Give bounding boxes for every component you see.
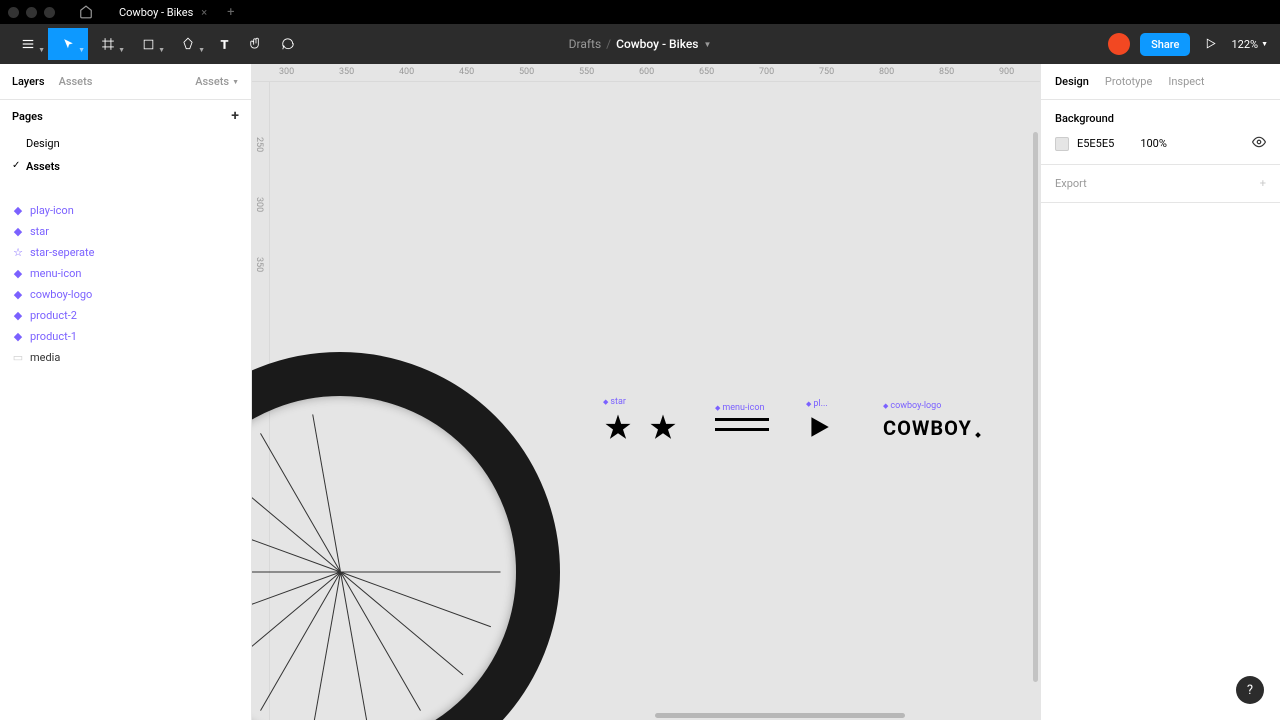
tab-design[interactable]: Design — [1055, 75, 1089, 88]
chevron-down-icon: ▼ — [703, 40, 711, 49]
canvas-star-separate[interactable] — [648, 412, 678, 446]
titlebar: Cowboy - Bikes × + — [0, 0, 1280, 24]
component-label: ◆menu-icon — [715, 403, 764, 413]
right-panel-tabs: Design Prototype Inspect — [1041, 64, 1280, 100]
component-label: ◆pl... — [806, 399, 828, 409]
canvas[interactable]: ◆star ◆menu-icon ◆pl... ◆cowboy-logo COW… — [270, 82, 1040, 720]
cowboy-logo-text: COWBOY — [883, 416, 972, 440]
ruler-horizontal: 300 350 400 450 500 550 600 650 700 750 … — [252, 64, 1040, 82]
add-export-button[interactable]: + — [1260, 177, 1266, 190]
page-item-assets[interactable]: Assets — [0, 155, 251, 178]
component-label: ◆star — [603, 397, 626, 407]
comment-tool[interactable] — [272, 28, 304, 60]
component-icon: ◆ — [12, 289, 24, 301]
menu-icon — [715, 418, 769, 431]
layer-product-1[interactable]: ◆product-1 — [0, 326, 251, 347]
tab-inspect[interactable]: Inspect — [1168, 75, 1204, 88]
toolbar-tools: ▼ ▼ ▼ ▼ ▼ — [8, 28, 304, 60]
move-tool[interactable]: ▼ — [48, 28, 88, 60]
tab-assets-dropdown[interactable]: Assets ▼ — [195, 75, 239, 88]
present-button[interactable] — [1200, 35, 1221, 54]
breadcrumb[interactable]: Drafts / Cowboy - Bikes ▼ — [569, 37, 712, 51]
toolbar-right: Share 122% ▼ — [1108, 33, 1272, 56]
home-icon[interactable] — [79, 5, 93, 19]
tab-prototype[interactable]: Prototype — [1105, 75, 1152, 88]
minimize-window[interactable] — [26, 7, 37, 18]
canvas-cowboy-logo[interactable]: ◆cowboy-logo COWBOY — [883, 416, 972, 440]
page-item-design[interactable]: Design — [0, 132, 251, 155]
background-row[interactable]: E5E5E5 100% — [1055, 135, 1266, 152]
component-label: ◆cowboy-logo — [883, 401, 941, 411]
canvas-star-component[interactable]: ◆star — [603, 412, 633, 446]
frame-tool[interactable]: ▼ — [88, 28, 128, 60]
zoom-control[interactable]: 122% ▼ — [1231, 38, 1272, 51]
background-section: Background E5E5E5 100% — [1041, 100, 1280, 165]
component-icon: ◆ — [12, 205, 24, 217]
play-icon — [806, 414, 832, 440]
color-hex: E5E5E5 — [1077, 137, 1114, 150]
canvas-menu-component[interactable]: ◆menu-icon — [715, 418, 769, 431]
left-panel: Layers Assets Assets ▼ Pages + Design ✓ … — [0, 64, 252, 720]
frame-icon: ▭ — [12, 352, 24, 364]
star-icon — [603, 412, 633, 442]
scrollbar-vertical[interactable] — [1033, 132, 1038, 682]
new-tab-button[interactable]: + — [227, 5, 234, 20]
zoom-value: 122% — [1231, 38, 1258, 51]
close-tab-icon[interactable]: × — [201, 6, 207, 19]
avatar[interactable] — [1108, 33, 1130, 55]
tab-layers[interactable]: Layers — [12, 75, 45, 88]
pages-title: Pages — [12, 110, 43, 123]
breadcrumb-root: Drafts — [569, 37, 602, 51]
layer-star[interactable]: ◆star — [0, 221, 251, 242]
visibility-icon[interactable] — [1252, 135, 1266, 152]
component-icon: ◆ — [12, 310, 24, 322]
text-tool[interactable] — [208, 28, 240, 60]
component-icon: ◆ — [12, 268, 24, 280]
layer-play-icon[interactable]: ◆play-icon — [0, 200, 251, 221]
main-menu-button[interactable]: ▼ — [8, 28, 48, 60]
help-button[interactable]: ? — [1236, 676, 1264, 704]
tab-title: Cowboy - Bikes — [119, 6, 193, 19]
toolbar: ▼ ▼ ▼ ▼ ▼ Drafts / Cowboy - Bikes — [0, 24, 1280, 64]
layer-product-2[interactable]: ◆product-2 — [0, 305, 251, 326]
canvas-play-component[interactable]: ◆pl... — [806, 414, 832, 444]
layer-menu-icon[interactable]: ◆menu-icon — [0, 263, 251, 284]
export-section: Export + — [1041, 165, 1280, 203]
layer-cowboy-logo[interactable]: ◆cowboy-logo — [0, 284, 251, 305]
layers-list: ◆play-icon ◆star ☆star-seperate ◆menu-ic… — [0, 192, 251, 376]
add-page-button[interactable]: + — [231, 108, 239, 124]
background-title: Background — [1055, 112, 1266, 125]
window-controls — [8, 7, 55, 18]
left-panel-tabs: Layers Assets Assets ▼ — [0, 64, 251, 100]
scrollbar-horizontal[interactable] — [655, 713, 905, 718]
star-icon — [648, 412, 678, 442]
file-tab[interactable]: Cowboy - Bikes × — [109, 2, 217, 23]
color-opacity: 100% — [1140, 137, 1167, 150]
tab-assets[interactable]: Assets — [59, 75, 93, 88]
layer-star-seperate[interactable]: ☆star-seperate — [0, 242, 251, 263]
star-icon: ☆ — [12, 247, 24, 259]
breadcrumb-file: Cowboy - Bikes — [616, 37, 698, 51]
bike-wheel-image[interactable] — [252, 352, 560, 720]
color-swatch[interactable] — [1055, 137, 1069, 151]
hand-tool[interactable] — [240, 28, 272, 60]
shape-tool[interactable]: ▼ — [128, 28, 168, 60]
pages-header: Pages + — [0, 100, 251, 132]
close-window[interactable] — [8, 7, 19, 18]
pen-tool[interactable]: ▼ — [168, 28, 208, 60]
export-title: Export — [1055, 177, 1087, 190]
right-panel: Design Prototype Inspect Background E5E5… — [1040, 64, 1280, 720]
canvas-area[interactable]: 300 350 400 450 500 550 600 650 700 750 … — [252, 64, 1040, 720]
layer-media[interactable]: ▭media — [0, 347, 251, 368]
share-button[interactable]: Share — [1140, 33, 1190, 56]
pages-list: Design ✓ Assets — [0, 132, 251, 178]
maximize-window[interactable] — [44, 7, 55, 18]
component-icon: ◆ — [12, 226, 24, 238]
component-icon: ◆ — [12, 331, 24, 343]
